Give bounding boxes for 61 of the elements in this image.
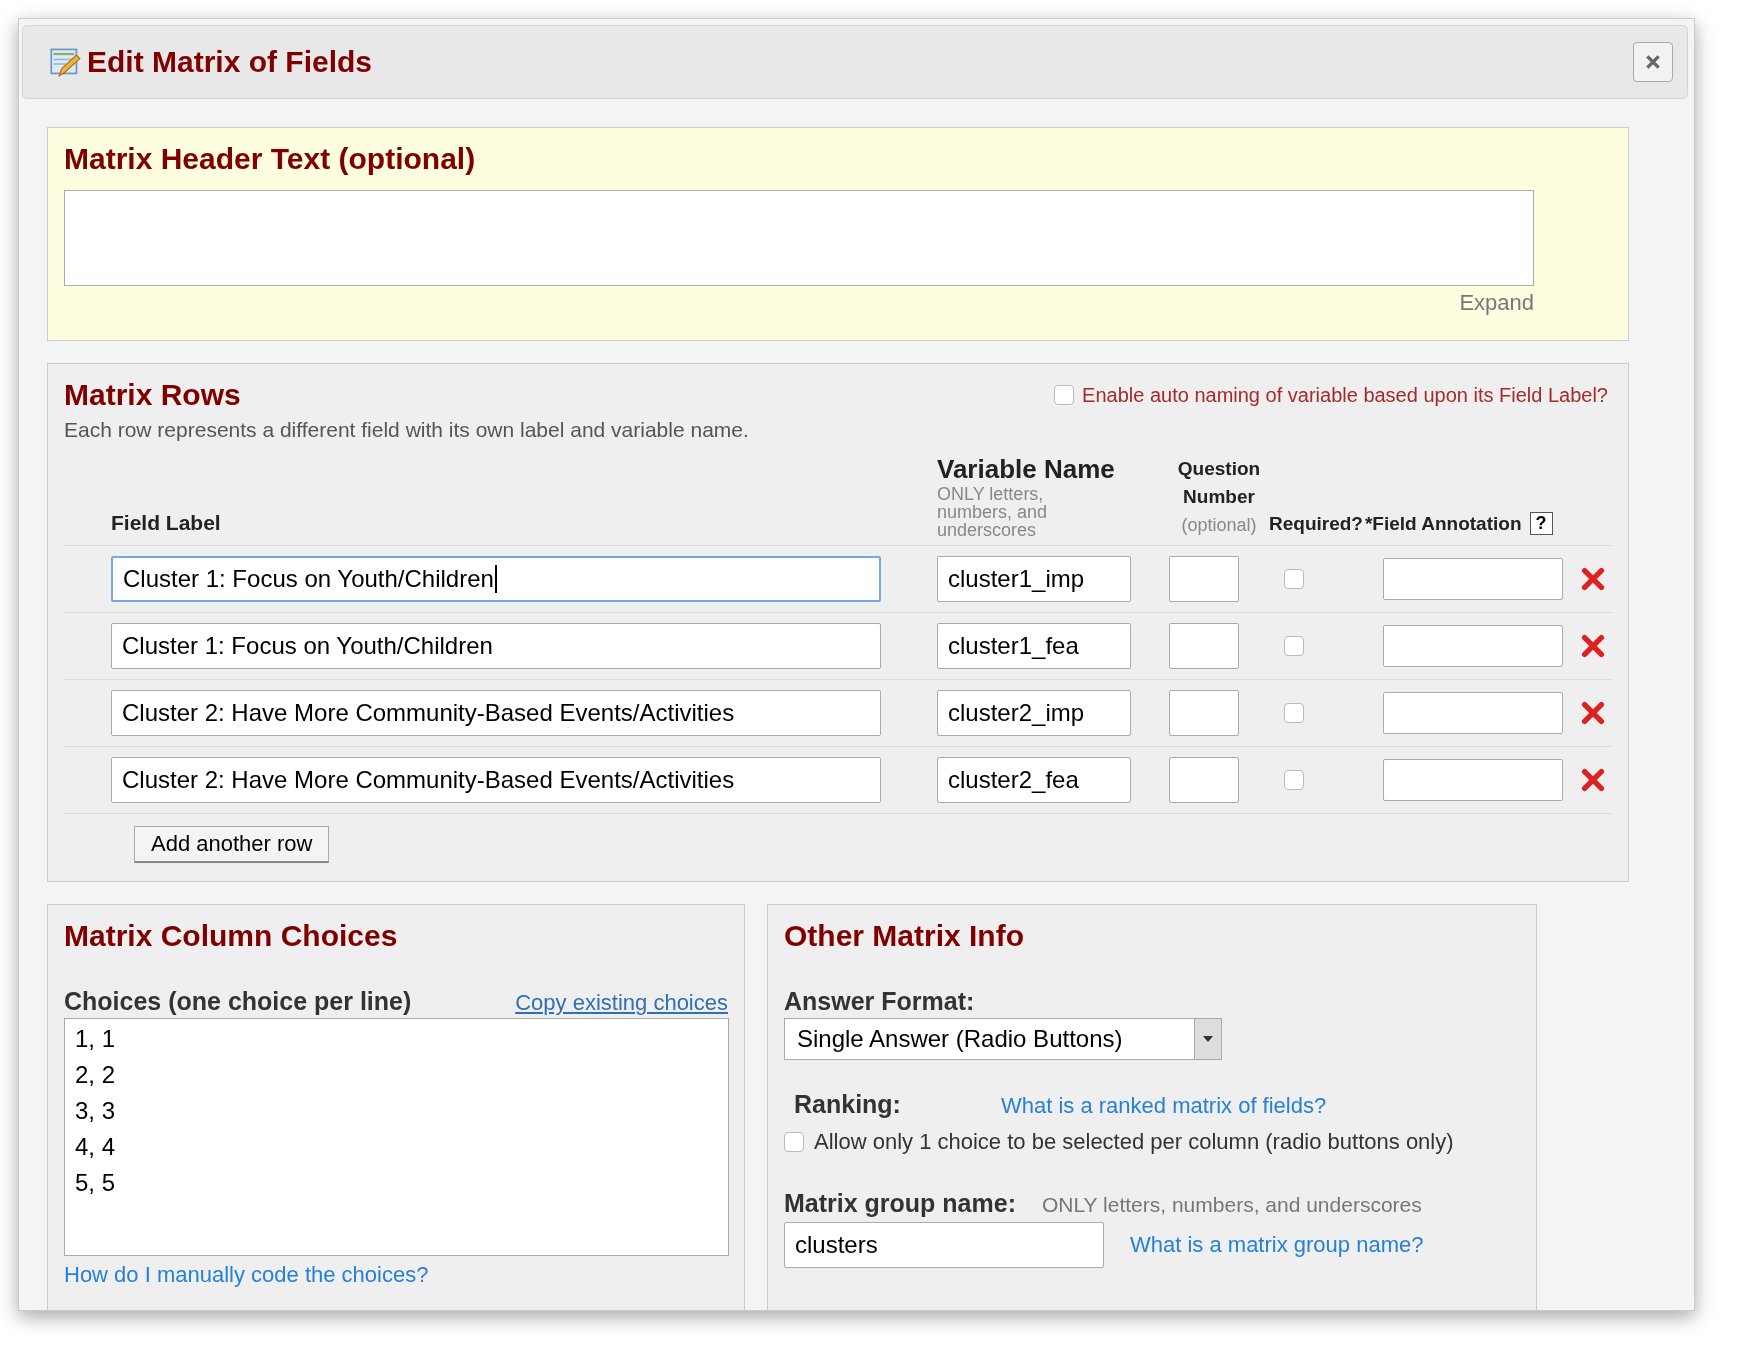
column-header: Field Label (111, 511, 221, 534)
checkbox[interactable] (1054, 385, 1075, 405)
group-name-input[interactable]: clusters (784, 1222, 1104, 1268)
choices-label: Choices (one choice per line) (64, 987, 412, 1016)
field-annotation-input[interactable] (1383, 625, 1563, 667)
ranking-option-label: Allow only 1 choice to be selected per column (radio buttons only) (814, 1129, 1454, 1155)
field-annotation-input[interactable] (1383, 759, 1563, 801)
checkbox[interactable] (784, 1132, 804, 1152)
field-annotation-input[interactable] (1383, 558, 1563, 600)
header-text-field[interactable] (64, 190, 1534, 286)
auto-naming-label: Enable auto naming of variable based upon its Field Label? (1082, 383, 1608, 407)
group-name-hint: ONLY letters, numbers, and underscores (1042, 1193, 1422, 1217)
column-header: Question Number (1176, 457, 1262, 509)
field-annotation-input[interactable] (1383, 692, 1563, 734)
column-header: Variable Name (937, 454, 1116, 485)
section-title: Matrix Rows (64, 378, 241, 412)
question-number-input[interactable] (1169, 623, 1239, 669)
dropdown-arrow-icon (1203, 1036, 1213, 1042)
help-link[interactable]: How do I manually code the choices? (64, 1262, 429, 1288)
form-pencil-icon (49, 46, 81, 78)
expand-link[interactable]: Expand (1459, 290, 1534, 315)
column-header: *Field Annotation (1364, 512, 1522, 535)
answer-format-dropdown[interactable]: Single Answer (Radio Buttons) (784, 1018, 1222, 1060)
required-checkbox[interactable] (1284, 636, 1304, 656)
field-label-input[interactable]: Cluster 1: Focus on Youth/Children (111, 623, 881, 669)
ranking-help-link[interactable]: What is a ranked matrix of fields? (1000, 1093, 1327, 1119)
close-icon (1644, 53, 1662, 71)
variable-name-input[interactable]: cluster1_fea (937, 623, 1131, 669)
column-hint: ONLY letters, numbers, and underscores (937, 485, 1049, 539)
delete-icon[interactable] (1581, 701, 1605, 725)
column-hint: (optional) (1180, 514, 1258, 537)
field-label-input[interactable]: Cluster 1: Focus on Youth/Children (111, 556, 881, 602)
delete-icon[interactable] (1581, 634, 1605, 658)
delete-icon[interactable] (1581, 768, 1605, 792)
required-checkbox[interactable] (1284, 770, 1304, 790)
variable-name-input[interactable]: cluster1_imp (937, 556, 1131, 602)
section-description: Each row represents a different field with its own label and variable name. (64, 418, 750, 442)
copy-choices-link[interactable]: Copy existing choices (515, 990, 728, 1016)
section-title: Other Matrix Info (784, 919, 1025, 953)
question-number-input[interactable] (1169, 556, 1239, 602)
group-name-help-link[interactable]: What is a matrix group name? (1130, 1232, 1424, 1258)
field-label-input[interactable]: Cluster 2: Have More Community-Based Events/Activities (111, 690, 881, 736)
dialog-title: Edit Matrix of Fields (87, 45, 374, 79)
question-number-input[interactable] (1169, 757, 1239, 803)
delete-icon[interactable] (1581, 567, 1605, 591)
add-row-button[interactable]: Add another row (134, 826, 330, 863)
required-checkbox[interactable] (1284, 703, 1304, 723)
question-number-input[interactable] (1169, 690, 1239, 736)
help-button[interactable]: ? (1529, 512, 1553, 535)
column-header: Required? (1269, 512, 1363, 535)
field-label-input[interactable]: Cluster 2: Have More Community-Based Events/Activities (111, 757, 881, 803)
choices-field[interactable]: 1, 1 2, 2 3, 3 4, 4 5, 5 (64, 1018, 729, 1256)
ranking-label: Ranking: (794, 1090, 901, 1119)
required-checkbox[interactable] (1284, 569, 1304, 589)
variable-name-input[interactable]: cluster2_imp (937, 690, 1131, 736)
close-button[interactable] (1633, 42, 1673, 82)
variable-name-input[interactable]: cluster2_fea (937, 757, 1131, 803)
answer-format-label: Answer Format: (784, 987, 976, 1016)
section-title: Matrix Column Choices (64, 919, 399, 953)
section-title: Matrix Header Text (optional) (64, 142, 477, 176)
group-name-label: Matrix group name: (784, 1189, 1016, 1218)
